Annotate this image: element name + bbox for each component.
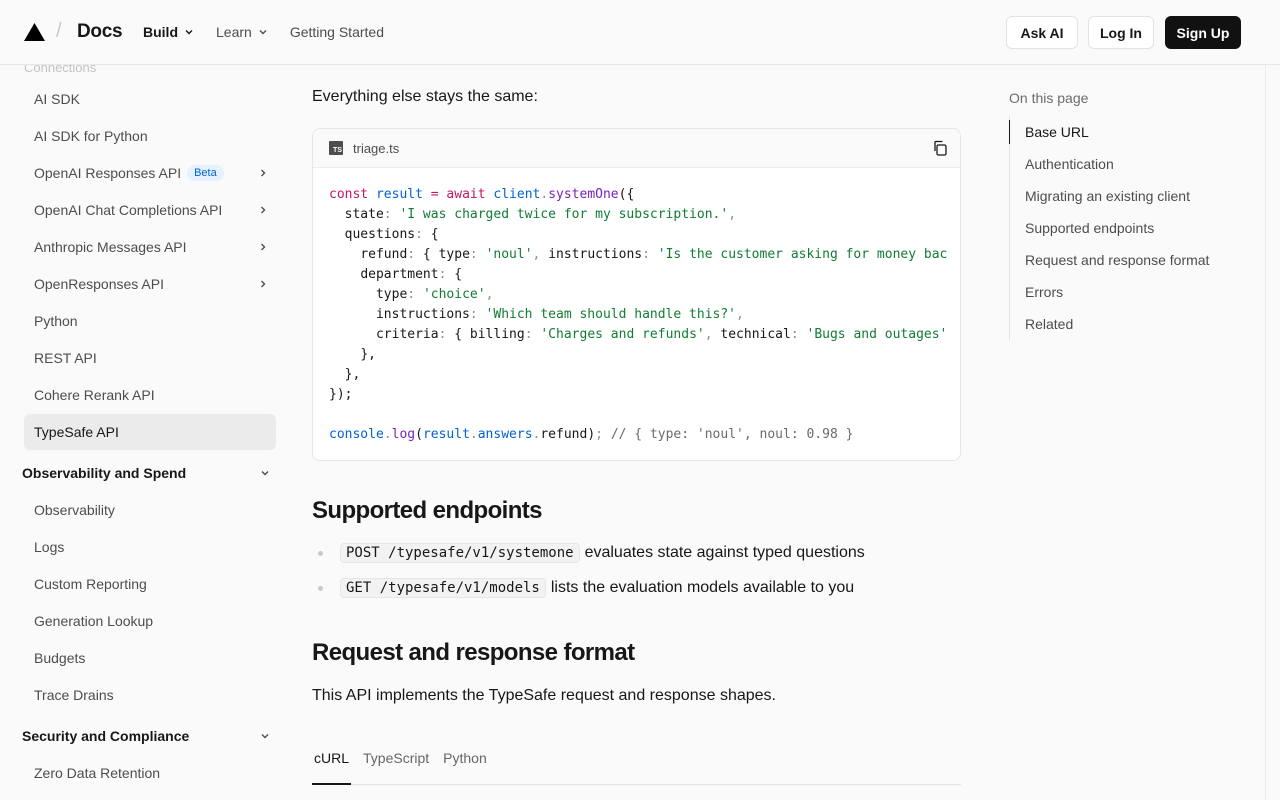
table-of-contents: Base URL Authentication Migrating an exi…: [1009, 116, 1259, 340]
bullet-dot: [318, 585, 323, 591]
tab-typescript[interactable]: TypeScript: [361, 740, 431, 785]
toc-item-request-response[interactable]: Request and response format: [1025, 252, 1209, 268]
sidebar-item-openresponses[interactable]: OpenResponses API: [24, 266, 276, 302]
toc-active-marker: [1009, 120, 1010, 144]
sidebar-faded-heading: Connections: [24, 65, 97, 75]
sidebar-item-label: OpenAI Chat Completions API: [34, 202, 223, 218]
chevron-down-icon: [261, 734, 269, 739]
code-block-header: TS triage.ts: [313, 129, 960, 168]
chevron-right-icon: [261, 280, 266, 288]
tab-curl[interactable]: cURL: [312, 740, 352, 785]
chevron-right-icon: [261, 243, 266, 251]
endpoint-code: POST /typesafe/v1/systemone: [340, 543, 580, 563]
ask-ai-button[interactable]: Ask AI: [1006, 16, 1078, 49]
sidebar-section-observability[interactable]: Observability and Spend: [22, 461, 276, 485]
login-button[interactable]: Log In: [1088, 16, 1154, 49]
nav-learn[interactable]: Learn: [216, 24, 268, 40]
sidebar-section-label: Security and Compliance: [22, 728, 190, 744]
format-description: This API implements the TypeSafe request…: [312, 687, 776, 704]
scroll-divider: [1265, 65, 1266, 800]
sidebar-item-label: AI SDK: [34, 91, 80, 107]
sidebar-item-cohere-rerank[interactable]: Cohere Rerank API: [24, 377, 276, 413]
sidebar-item-zero-data-retention[interactable]: Zero Data Retention: [24, 755, 276, 791]
toc-title: On this page: [1009, 90, 1089, 106]
code-filename: triage.ts: [353, 140, 400, 156]
sidebar-item-label: REST API: [34, 350, 97, 366]
endpoint-description: lists the evaluation models available to…: [550, 579, 855, 596]
sidebar-item-label: Custom Reporting: [34, 576, 147, 592]
chevron-down-icon: [259, 30, 267, 35]
vercel-triangle-icon[interactable]: [24, 23, 45, 41]
toc-item-migrating[interactable]: Migrating an existing client: [1025, 188, 1190, 204]
sidebar-item-custom-reporting[interactable]: Custom Reporting: [24, 566, 276, 602]
list-item: GET /typesafe/v1/models lists the evalua…: [312, 578, 854, 598]
nav-learn-label: Learn: [216, 24, 252, 40]
sidebar: Connections AI SDK AI SDK for Python Ope…: [0, 65, 290, 800]
sidebar-item-label: Python: [34, 313, 78, 329]
chevron-down-icon: [261, 471, 269, 476]
sidebar-item-logs[interactable]: Logs: [24, 529, 276, 565]
breadcrumb-separator: /: [56, 20, 62, 42]
sidebar-item-label: Logs: [34, 539, 65, 555]
list-item: POST /typesafe/v1/systemone evaluates st…: [312, 543, 865, 563]
beta-badge: Beta: [187, 165, 224, 181]
sidebar-item-anthropic[interactable]: Anthropic Messages API: [24, 229, 276, 265]
sidebar-item-label: Anthropic Messages API: [34, 239, 187, 255]
copy-icon[interactable]: [932, 140, 948, 156]
top-nav: Build Learn Getting Started: [143, 24, 406, 40]
sidebar-section-security[interactable]: Security and Compliance: [22, 724, 276, 748]
sidebar-item-openai-chat[interactable]: OpenAI Chat Completions API: [24, 192, 276, 228]
typescript-file-icon: TS: [329, 141, 343, 155]
nav-getting-started-label: Getting Started: [289, 24, 384, 40]
chevron-right-icon: [261, 169, 266, 177]
heading-supported-endpoints: Supported endpoints: [312, 497, 543, 524]
sidebar-item-openai-responses[interactable]: OpenAI Responses API Beta: [24, 155, 276, 191]
chevron-right-icon: [261, 206, 266, 214]
sidebar-item-observability[interactable]: Observability: [24, 492, 276, 528]
intro-text: Everything else stays the same:: [312, 88, 538, 105]
sidebar-item-label: TypeSafe API: [34, 424, 119, 440]
toc-item-base-url[interactable]: Base URL: [1025, 124, 1089, 140]
endpoint-description: evaluates state against typed questions: [584, 544, 865, 561]
toc-item-errors[interactable]: Errors: [1025, 284, 1063, 300]
nav-build[interactable]: Build: [143, 24, 194, 40]
sidebar-item-label: OpenAI Responses API: [34, 165, 182, 181]
toc-item-supported-endpoints[interactable]: Supported endpoints: [1025, 220, 1154, 236]
code-content: const result = await client.systemOne({ …: [329, 187, 948, 442]
sidebar-item-label: Generation Lookup: [34, 613, 154, 629]
endpoint-code: GET /typesafe/v1/models: [340, 578, 546, 598]
nav-build-label: Build: [143, 24, 178, 40]
sidebar-section-label: Observability and Spend: [22, 465, 187, 481]
sidebar-item-typesafe-api[interactable]: TypeSafe API: [24, 414, 276, 450]
sidebar-item-label: Zero Data Retention: [34, 765, 161, 781]
sidebar-item-label: OpenResponses API: [34, 276, 164, 292]
signup-button[interactable]: Sign Up: [1165, 16, 1241, 49]
sidebar-item-python[interactable]: Python: [24, 303, 276, 339]
sidebar-item-generation-lookup[interactable]: Generation Lookup: [24, 603, 276, 639]
sidebar-item-trace-drains[interactable]: Trace Drains: [24, 677, 276, 713]
sidebar-item-ai-sdk-python[interactable]: AI SDK for Python: [24, 118, 276, 154]
sidebar-item-label: AI SDK for Python: [34, 128, 148, 144]
toc-item-related[interactable]: Related: [1025, 316, 1073, 332]
nav-getting-started[interactable]: Getting Started: [290, 24, 384, 40]
heading-request-response-format: Request and response format: [312, 639, 635, 666]
sidebar-item-label: Budgets: [34, 650, 86, 666]
sidebar-item-label: Cohere Rerank API: [34, 387, 155, 403]
sidebar-item-rest-api[interactable]: REST API: [24, 340, 276, 376]
toc-item-authentication[interactable]: Authentication: [1025, 156, 1114, 172]
bullet-dot: [318, 550, 323, 556]
sidebar-item-label: Observability: [34, 502, 115, 518]
top-header: / Docs Build Learn Getting Started Ask A…: [0, 0, 1280, 65]
code-block: TS triage.ts const result = await client…: [312, 128, 961, 461]
tab-python[interactable]: Python: [441, 740, 489, 785]
code-language-tabs: cURL TypeScript Python: [312, 740, 961, 785]
sidebar-item-ai-sdk[interactable]: AI SDK: [24, 81, 276, 117]
sidebar-item-label: Trace Drains: [34, 687, 114, 703]
chevron-down-icon: [185, 30, 193, 35]
docs-title-link[interactable]: Docs: [77, 21, 123, 43]
sidebar-item-budgets[interactable]: Budgets: [24, 640, 276, 676]
